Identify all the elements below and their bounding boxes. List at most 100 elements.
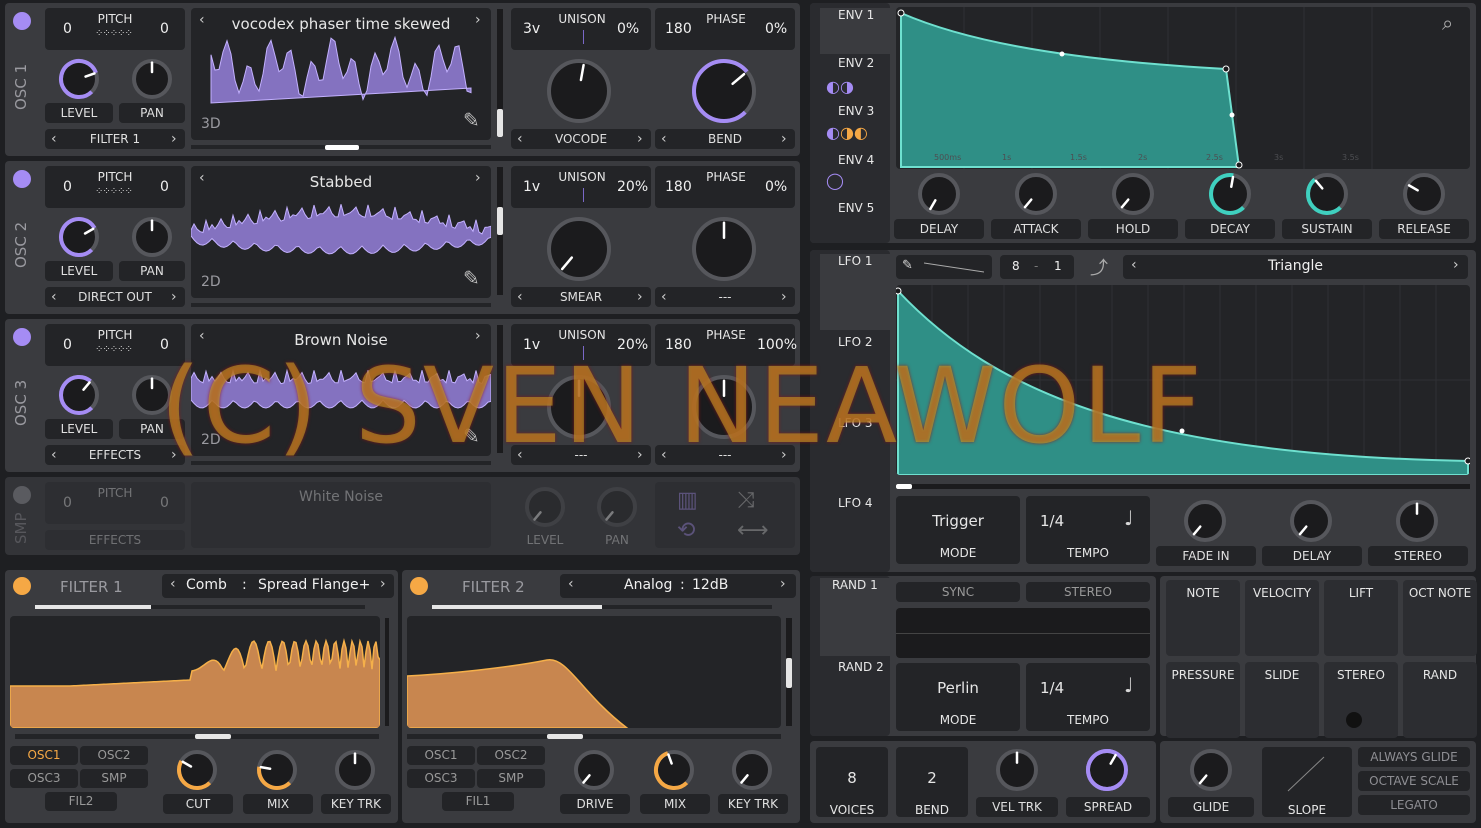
osc1-pitch-box[interactable]: 0 PITCH ⁘⁘⁘⁘⁘ 0 — [45, 8, 185, 50]
osc2-level-knob[interactable] — [59, 217, 99, 257]
filter1-route-osc1[interactable]: OSC1 — [10, 746, 78, 765]
filter1-key-trk-knob[interactable] — [335, 750, 375, 790]
rand-tab-1[interactable]: RAND 1 — [820, 578, 890, 656]
env-tab-4[interactable]: ENV 4 — [830, 153, 890, 199]
lfo-shape-selector[interactable]: ‹ Triangle › — [1123, 255, 1468, 279]
osc1-knob2-selector[interactable]: ‹ BEND › — [655, 129, 795, 149]
smp-dest-selector[interactable]: EFFECTS — [45, 530, 185, 550]
mod-source-note[interactable]: NOTE — [1166, 580, 1240, 656]
filter2-route-osc2[interactable]: OSC2 — [477, 746, 545, 765]
filter1-blend-slider[interactable] — [35, 605, 365, 609]
filter1-route-osc3[interactable]: OSC3 — [10, 769, 78, 788]
shuffle-icon[interactable]: ⤨ — [737, 488, 755, 513]
lfo-next-icon[interactable]: › — [1453, 257, 1459, 273]
osc1-dest-next-icon[interactable]: › — [171, 129, 177, 149]
osc1-level-knob[interactable] — [59, 59, 99, 99]
osc3-level-knob[interactable] — [59, 375, 99, 415]
legato-toggle[interactable]: LEGATO — [1358, 795, 1470, 815]
lfo-rate-box[interactable]: 8 - 1 — [1000, 255, 1074, 279]
osc1-phase-box[interactable]: 180 PHASE 0% — [655, 8, 795, 50]
bend-box[interactable]: 2 BEND — [896, 747, 968, 817]
osc1-knob2[interactable] — [692, 59, 756, 123]
lfo-tab-4[interactable]: LFO 4 — [830, 496, 890, 572]
osc2-view-mode[interactable]: 2D — [201, 274, 221, 290]
osc2-scrollbar[interactable] — [497, 167, 503, 295]
osc1-frame-slider[interactable] — [191, 145, 491, 150]
osc2-frame-slider[interactable] — [191, 303, 491, 307]
note-icon[interactable]: ♩ — [1124, 673, 1133, 697]
lfo-tempo-box[interactable]: 1/4 ♩ TEMPO — [1026, 496, 1150, 564]
osc1-pan-knob[interactable] — [132, 59, 172, 99]
osc2-dest-selector[interactable]: ‹ DIRECT OUT › — [45, 287, 185, 307]
filter1-route-smp[interactable]: SMP — [80, 769, 148, 788]
osc2-pan-knob[interactable] — [132, 217, 172, 257]
lfo-delay-knob[interactable] — [1290, 500, 1332, 542]
voices-box[interactable]: 8 VOICES — [816, 747, 888, 817]
env-decay-knob[interactable] — [1209, 173, 1251, 215]
smp-pan-knob[interactable] — [597, 487, 637, 527]
keyboard-icon[interactable]: ▥ — [677, 488, 698, 513]
osc2-knob2-prev-icon[interactable]: ‹ — [661, 287, 667, 307]
osc2-dest-prev-icon[interactable]: ‹ — [51, 287, 57, 307]
filter1-scrollbar[interactable] — [385, 618, 389, 726]
glide-knob[interactable] — [1190, 749, 1232, 791]
osc2-unison-box[interactable]: 1v UNISON 20% — [511, 166, 651, 208]
filter2-route-fil1[interactable]: FIL1 — [442, 792, 514, 811]
smp-level-knob[interactable] — [525, 487, 565, 527]
osc2-knob2[interactable] — [692, 217, 756, 281]
osc1-knob1-selector[interactable]: ‹ VOCODE › — [511, 129, 651, 149]
filter2-model-selector[interactable]: ‹ Analog : 12dB › — [560, 574, 796, 598]
osc3-enable-toggle[interactable] — [13, 328, 31, 346]
filter2-mix-knob[interactable] — [654, 750, 694, 790]
osc1-edit-icon[interactable]: ✎ — [463, 108, 480, 132]
smp-pitch-box[interactable]: 0 PITCH 0 — [45, 482, 185, 524]
filter1-response-display[interactable] — [10, 616, 380, 728]
spread-knob[interactable] — [1086, 749, 1128, 791]
osc2-knob1-selector[interactable]: ‹ SMEAR › — [511, 287, 651, 307]
lfo-mode-box[interactable]: Trigger MODE — [896, 496, 1020, 564]
always-glide-toggle[interactable]: ALWAYS GLIDE — [1358, 747, 1470, 767]
osc1-knob1-prev-icon[interactable]: ‹ — [517, 129, 523, 149]
osc2-dest-next-icon[interactable]: › — [171, 287, 177, 307]
filter2-resonance-slider[interactable] — [407, 734, 781, 739]
env-delay-knob[interactable] — [918, 173, 960, 215]
env-release-knob[interactable] — [1403, 173, 1445, 215]
env-attack-knob[interactable] — [1015, 173, 1057, 215]
pencil-icon[interactable]: ✎ — [902, 258, 913, 273]
osc2-edit-icon[interactable]: ✎ — [463, 266, 480, 290]
filter2-enable-toggle[interactable] — [410, 577, 428, 595]
osc1-knob1[interactable] — [547, 59, 611, 123]
smp-sample-display[interactable]: White Noise — [191, 482, 491, 548]
rand-sync-button[interactable]: SYNC — [896, 582, 1020, 602]
mod-source-rand[interactable]: RAND — [1403, 662, 1477, 738]
osc2-knob2-selector[interactable]: ‹ --- › — [655, 287, 795, 307]
vel-trk-knob[interactable] — [996, 749, 1038, 791]
osc2-knob1-next-icon[interactable]: › — [637, 287, 643, 307]
env-hold-knob[interactable] — [1112, 173, 1154, 215]
osc1-dest-prev-icon[interactable]: ‹ — [51, 129, 57, 149]
filter1-model-selector[interactable]: ‹ Comb : Spread Flange+ › — [162, 574, 394, 598]
filter2-drive-knob[interactable] — [574, 750, 614, 790]
osc3-dest-prev-icon[interactable]: ‹ — [51, 445, 57, 465]
lfo-tab-1[interactable]: LFO 1 — [820, 254, 890, 330]
env-tab-5[interactable]: ENV 5 — [830, 201, 890, 247]
filter1-mix-knob[interactable] — [257, 750, 297, 790]
osc2-pitch-box[interactable]: 0 PITCH ⁘⁘⁘⁘⁘ 0 — [45, 166, 185, 208]
lfo-stereo-knob[interactable] — [1396, 500, 1438, 542]
osc1-knob2-next-icon[interactable]: › — [781, 129, 787, 149]
filter1-route-osc2[interactable]: OSC2 — [80, 746, 148, 765]
osc1-knob2-prev-icon[interactable]: ‹ — [661, 129, 667, 149]
mod-source-velocity[interactable]: VELOCITY — [1245, 580, 1319, 656]
osc2-enable-toggle[interactable] — [13, 170, 31, 188]
filter1-next-icon[interactable]: › — [380, 576, 386, 592]
filter2-prev-icon[interactable]: ‹ — [568, 576, 574, 592]
mod-source-stereo[interactable]: STEREO — [1324, 662, 1398, 738]
lfo-smooth-control[interactable]: ✎ — [896, 255, 992, 279]
smp-enable-toggle[interactable] — [13, 486, 31, 504]
osc1-scrollbar[interactable] — [497, 9, 503, 137]
path-icon[interactable]: ⤴ — [1090, 254, 1108, 280]
lfo-phase-slider[interactable] — [896, 484, 1470, 489]
osc2-phase-box[interactable]: 180 PHASE 0% — [655, 166, 795, 208]
osc2-knob2-next-icon[interactable]: › — [781, 287, 787, 307]
osc1-view-mode[interactable]: 3D — [201, 116, 221, 132]
